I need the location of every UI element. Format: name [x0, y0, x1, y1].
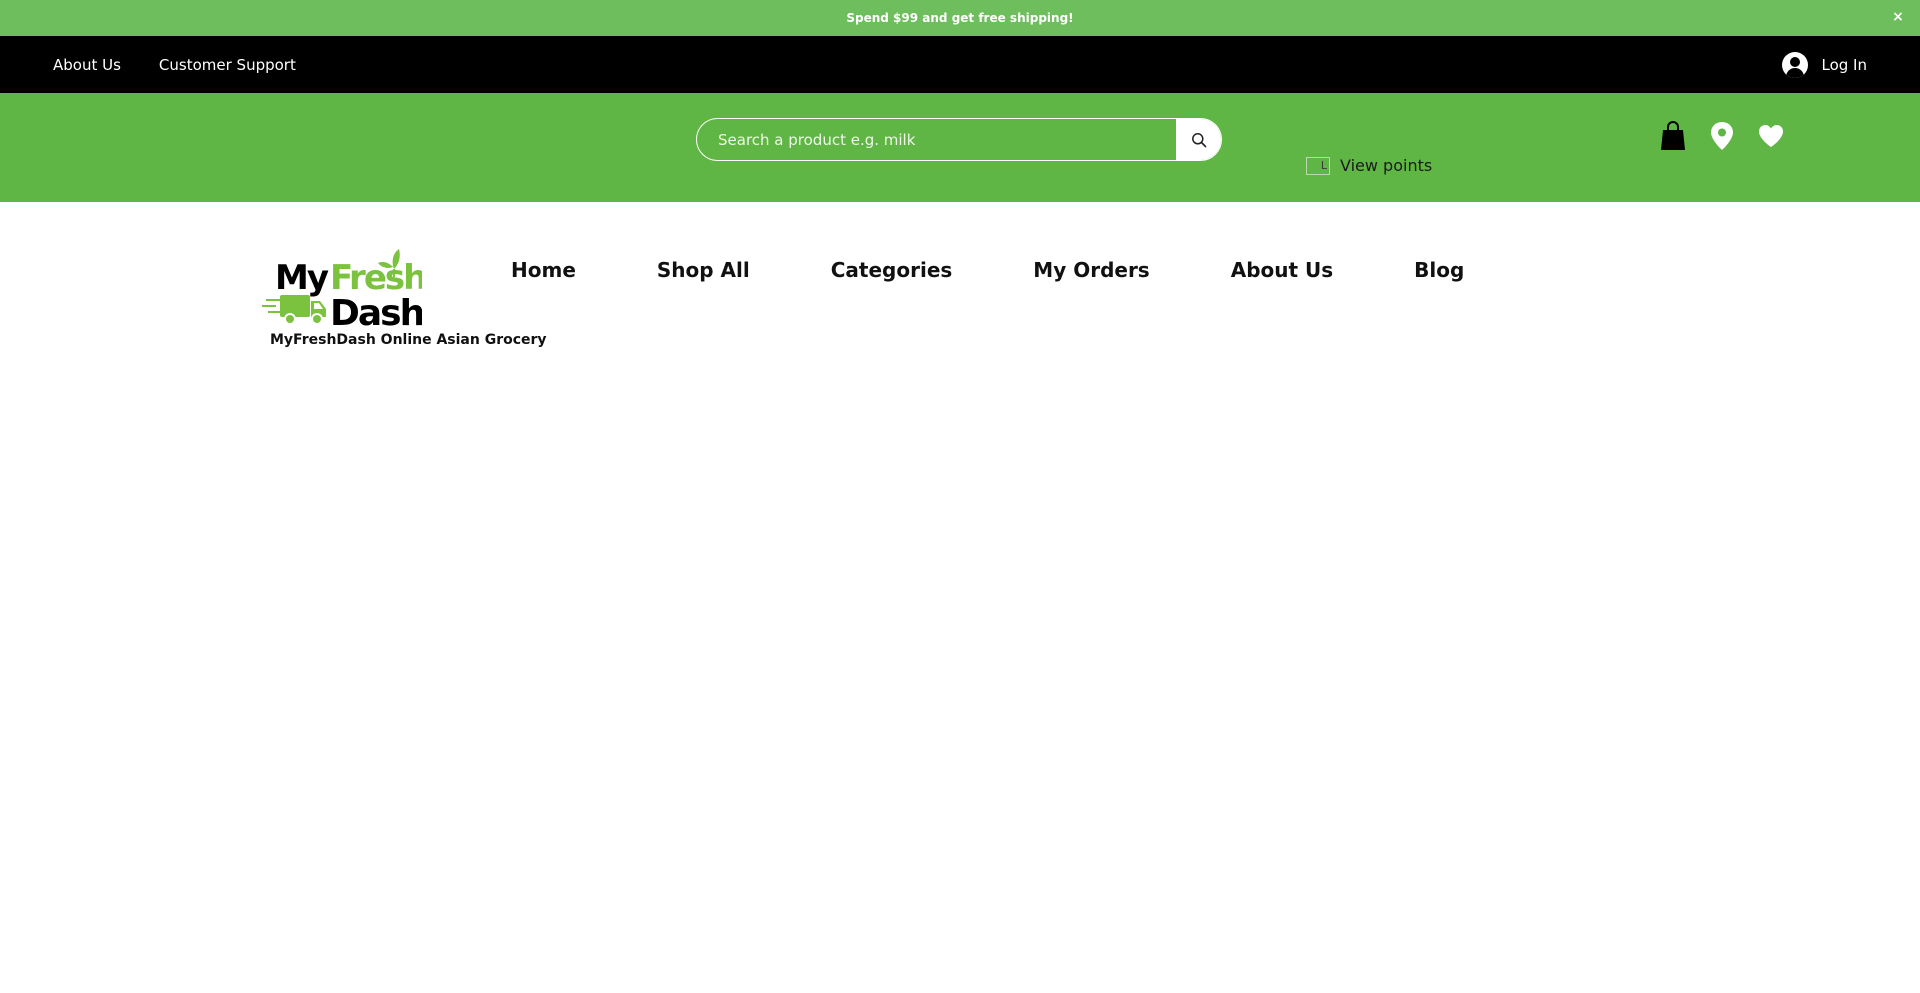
- announcement-text: Spend $99 and get free shipping!: [846, 11, 1074, 25]
- main-nav: Home Shop All Categories My Orders About…: [511, 258, 1464, 282]
- site-tagline: MyFreshDash Online Asian Grocery: [270, 332, 547, 348]
- location-pin-icon[interactable]: [1710, 121, 1734, 151]
- nav-item-categories[interactable]: Categories: [831, 258, 953, 282]
- header-icons: [1660, 121, 1784, 151]
- search-box: [696, 118, 1222, 161]
- login-label: Log In: [1821, 55, 1868, 74]
- search-input[interactable]: [697, 119, 1176, 160]
- nav-item-my-orders[interactable]: My Orders: [1033, 258, 1149, 282]
- logo-word-fresh: Fresh: [330, 258, 422, 298]
- heart-icon[interactable]: [1758, 124, 1784, 148]
- login-button[interactable]: Log In: [1781, 36, 1868, 93]
- nav-item-blog[interactable]: Blog: [1414, 258, 1464, 282]
- nav-item-shop-all[interactable]: Shop All: [657, 258, 750, 282]
- search-band: L View points: [0, 93, 1920, 202]
- shopping-bag-icon[interactable]: [1660, 121, 1686, 151]
- announcement-bar: Spend $99 and get free shipping! ×: [0, 0, 1920, 36]
- logo-word-my: My: [275, 258, 329, 298]
- top-bar: About Us Customer Support Log In: [0, 36, 1920, 93]
- logo-word-dash: Dash: [330, 293, 422, 333]
- nav-item-home[interactable]: Home: [511, 258, 576, 282]
- close-icon[interactable]: ×: [1888, 7, 1908, 27]
- top-link-customer-support[interactable]: Customer Support: [159, 56, 296, 74]
- top-links: About Us Customer Support: [53, 36, 296, 93]
- broken-image-icon: L: [1306, 156, 1330, 175]
- search-button[interactable]: [1176, 119, 1221, 160]
- search-icon: [1191, 132, 1206, 147]
- site-logo[interactable]: My Fresh Dash: [262, 233, 427, 334]
- view-points-label: View points: [1340, 156, 1433, 175]
- user-avatar-icon: [1781, 51, 1808, 78]
- view-points-link[interactable]: L View points: [1306, 156, 1432, 175]
- truck-icon: [262, 295, 326, 325]
- nav-item-about-us[interactable]: About Us: [1231, 258, 1333, 282]
- top-link-about-us[interactable]: About Us: [53, 56, 121, 74]
